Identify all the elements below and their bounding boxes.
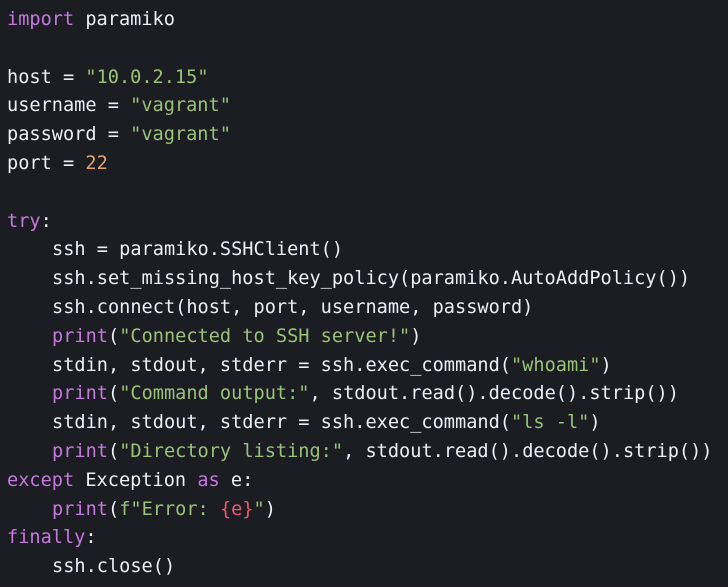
code-token: print <box>52 440 108 462</box>
code-token: ssh = paramiko.SSHClient() <box>52 239 344 261</box>
code-token: 22 <box>85 152 108 174</box>
code-token: , stdout.read().decode().strip()) <box>343 440 713 462</box>
code-line[interactable]: port = 22 <box>7 150 728 179</box>
code-token: "10.0.2.15" <box>85 66 209 88</box>
code-line[interactable]: print("Directory listing:", stdout.read(… <box>7 438 728 467</box>
code-editor[interactable]: import paramiko host = "10.0.2.15" usernam… <box>0 0 728 587</box>
code-token: stdin, stdout, stderr = ssh.exec_command… <box>52 412 511 434</box>
code-token: username = <box>7 95 131 117</box>
code-line[interactable]: try: <box>7 208 728 237</box>
code-token: ( <box>107 325 120 347</box>
code-token: host = <box>7 66 86 88</box>
code-token: , stdout.read().decode().strip()) <box>309 383 679 405</box>
code-token: ssh.set_missing_host_key_policy(paramiko… <box>52 268 691 290</box>
code-token: paramiko <box>74 9 175 30</box>
code-line[interactable] <box>7 179 728 208</box>
code-token: ( <box>107 440 120 462</box>
code-token: finally <box>7 527 86 549</box>
code-token: import <box>7 9 75 30</box>
code-token: ssh.close() <box>52 556 176 578</box>
code-token: "Command output:" <box>119 383 310 405</box>
code-token: {e} <box>219 498 254 520</box>
code-token: print <box>52 325 108 347</box>
code-token: "Connected to SSH server!" <box>119 325 411 347</box>
code-line[interactable]: finally: <box>7 524 728 553</box>
code-line[interactable]: except Exception as e: <box>7 467 728 496</box>
code-line[interactable]: ssh = paramiko.SSHClient() <box>7 236 728 265</box>
code-line[interactable]: print(f"Error: {e}") <box>7 496 728 525</box>
code-token: " <box>253 498 265 520</box>
code-line[interactable]: ssh.set_missing_host_key_policy(paramiko… <box>7 265 728 294</box>
code-line[interactable]: username = "vagrant" <box>7 92 728 121</box>
code-line[interactable]: print("Command output:", stdout.read().d… <box>7 380 728 409</box>
code-token: ( <box>107 498 120 520</box>
code-token: ) <box>589 412 601 434</box>
code-token: try <box>7 210 41 232</box>
code-token: except <box>7 469 75 491</box>
code-token: "ls -l" <box>510 412 590 434</box>
code-token: "whoami" <box>510 354 601 376</box>
code-line[interactable]: stdin, stdout, stderr = ssh.exec_command… <box>7 409 728 438</box>
code-token: print <box>52 498 108 520</box>
code-token: "Directory listing:" <box>119 440 344 462</box>
code-line[interactable]: print("Connected to SSH server!") <box>7 323 728 352</box>
code-line[interactable]: password = "vagrant" <box>7 121 728 150</box>
code-token: as <box>197 469 220 491</box>
code-token: ) <box>410 325 422 347</box>
code-line[interactable]: ssh.close() <box>7 553 728 582</box>
code-token: e: <box>219 469 254 491</box>
code-token: : <box>85 527 97 549</box>
code-line[interactable] <box>7 35 728 64</box>
code-token: "vagrant" <box>130 95 231 117</box>
code-token: stdin, stdout, stderr = ssh.exec_command… <box>52 354 511 376</box>
code-token: f"Error: <box>119 498 220 520</box>
code-token: "vagrant" <box>130 124 231 146</box>
code-token: ) <box>600 354 612 376</box>
code-token: ( <box>107 383 120 405</box>
code-token: password = <box>7 124 131 146</box>
code-token: ) <box>264 498 276 520</box>
code-line[interactable]: import paramiko <box>7 6 728 35</box>
code-line[interactable]: host = "10.0.2.15" <box>7 64 728 93</box>
code-line[interactable]: ssh.connect(host, port, username, passwo… <box>7 294 728 323</box>
code-token: ssh.connect(host, port, username, passwo… <box>52 296 534 318</box>
code-line[interactable]: stdin, stdout, stderr = ssh.exec_command… <box>7 352 728 381</box>
code-token: port = <box>7 152 86 174</box>
code-token: Exception <box>74 469 198 491</box>
code-token: print <box>52 383 108 405</box>
code-token: : <box>40 210 52 232</box>
